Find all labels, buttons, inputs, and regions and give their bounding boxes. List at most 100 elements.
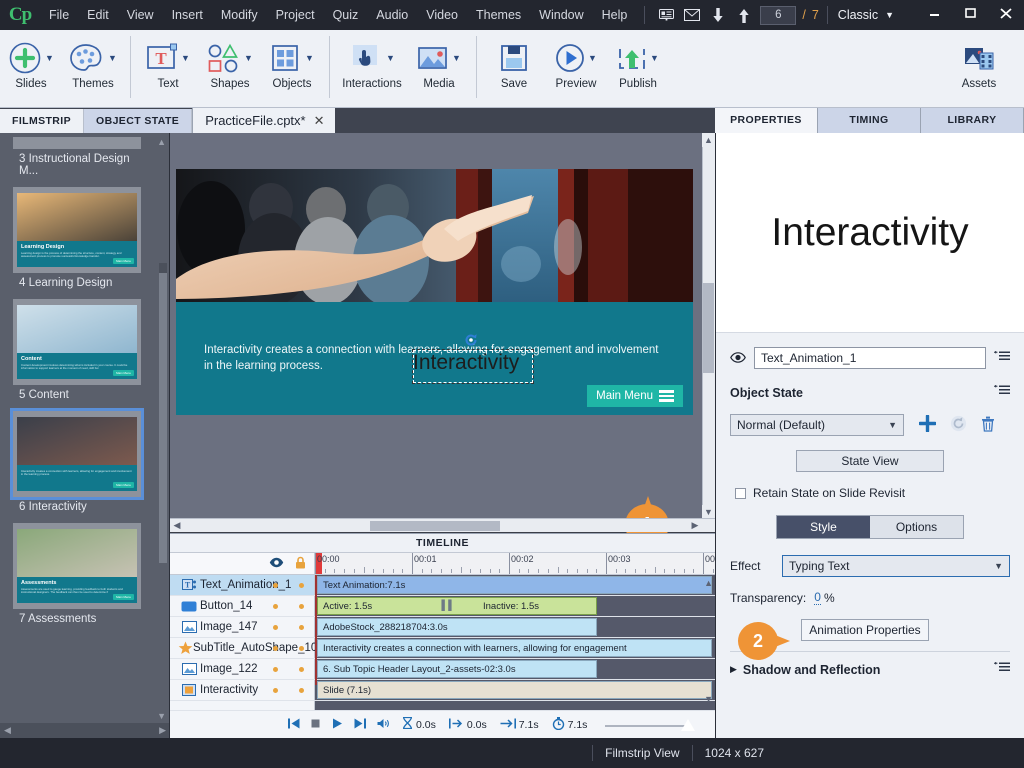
scroll-down-icon[interactable]: ▼ <box>157 711 166 721</box>
menu-view[interactable]: View <box>118 0 163 30</box>
slide-background-image[interactable] <box>176 169 693 302</box>
presentation-icon[interactable] <box>653 0 679 30</box>
panel-menu-icon[interactable] <box>994 350 1010 366</box>
rotate-handle-icon[interactable] <box>464 333 478 347</box>
tab-style[interactable]: Style <box>777 516 870 538</box>
play-icon[interactable] <box>332 718 343 732</box>
state-delete-button[interactable] <box>981 416 995 435</box>
retain-state-row[interactable]: Retain State on Slide Revisit <box>716 486 1024 500</box>
tab-library[interactable]: LIBRARY <box>921 108 1024 133</box>
timeline-ruler[interactable]: 00:00 00:01 00:02 00:03 00:04 <box>315 553 715 574</box>
timeline-track[interactable]: Slide (7.1s) <box>315 680 715 700</box>
rewind-icon[interactable] <box>288 718 300 732</box>
menu-file[interactable]: File <box>40 0 78 30</box>
canvas-hscroll-thumb[interactable] <box>370 521 500 531</box>
panel-menu-icon[interactable] <box>994 385 1010 400</box>
retain-state-checkbox[interactable] <box>735 487 746 499</box>
speaker-icon[interactable] <box>377 718 390 732</box>
filmstrip-slide[interactable]: Interactivity creates a connection with … <box>10 408 144 513</box>
effect-select[interactable]: Typing Text ▼ <box>782 555 1010 577</box>
chevron-down-icon[interactable]: ▼ <box>386 53 395 63</box>
ribbon-themes-button[interactable]: ▼ Themes <box>62 36 124 90</box>
menu-window[interactable]: Window <box>530 0 592 30</box>
chevron-down-icon[interactable]: ▼ <box>885 10 894 20</box>
chevron-down-icon[interactable]: ▼ <box>305 53 314 63</box>
close-icon[interactable]: ✕ <box>314 108 325 133</box>
filmstrip-slide[interactable]: Assessments Assessments are used to gauge… <box>13 523 141 625</box>
timeline-track[interactable]: AdobeStock_288218704:3.0s <box>315 617 715 637</box>
slide-thumbnail[interactable]: Content Content development involves dete… <box>13 299 141 385</box>
lock-dot[interactable] <box>299 667 304 672</box>
canvas-scroll-up-icon[interactable]: ▲ <box>702 133 715 147</box>
timeline-clip[interactable]: Slide (7.1s) <box>317 681 712 699</box>
shadow-section-row[interactable]: ▶ Shadow and Reflection <box>716 662 1024 677</box>
ribbon-preview-button[interactable]: ▼ Preview <box>545 36 607 90</box>
visibility-dot[interactable] <box>273 583 278 588</box>
ribbon-text-button[interactable]: T ▼ Text <box>137 36 199 90</box>
upload-arrow-icon[interactable] <box>731 0 757 30</box>
zoom-slider-knob[interactable] <box>681 718 696 731</box>
main-menu-button[interactable]: Main Menu <box>587 385 683 407</box>
chevron-down-icon[interactable]: ▼ <box>181 53 190 63</box>
menu-themes[interactable]: Themes <box>467 0 530 30</box>
timeline-track[interactable]: Text Animation:7.1s <box>315 575 715 595</box>
lock-dot[interactable] <box>299 583 304 588</box>
menu-video[interactable]: Video <box>417 0 467 30</box>
filmstrip-panel[interactable]: 3 Instructional Design M... Learning Desi… <box>0 133 170 738</box>
timeline-track[interactable]: 6. Sub Topic Header Layout_2-assets-02:3… <box>315 659 715 679</box>
slide-stage[interactable]: Interactivity creates a connection with … <box>176 169 693 415</box>
ribbon-publish-button[interactable]: ▼ Publish <box>607 36 669 90</box>
filmstrip-horizontal-scrollbar[interactable]: ◀ ▶ <box>0 723 169 738</box>
timeline-clip[interactable]: Text Animation:7.1s <box>317 576 712 594</box>
close-button[interactable] <box>988 0 1024 26</box>
eye-icon[interactable] <box>269 557 284 571</box>
scroll-right-icon[interactable]: ▶ <box>159 725 166 736</box>
timeline-track[interactable]: Active: 1.5s ▐▐ Inactive: 1.5s <box>315 596 715 616</box>
slide-thumbnail[interactable] <box>13 137 141 149</box>
chevron-down-icon[interactable]: ▼ <box>650 53 659 63</box>
scroll-up-icon[interactable]: ▲ <box>157 137 166 147</box>
panel-menu-icon[interactable] <box>994 662 1010 677</box>
lock-dot[interactable] <box>299 688 304 693</box>
maximize-button[interactable] <box>952 0 988 26</box>
timeline-scroll-up-icon[interactable]: ▲ <box>704 578 713 588</box>
chevron-down-icon[interactable]: ▼ <box>588 53 597 63</box>
download-arrow-icon[interactable] <box>705 0 731 30</box>
menu-audio[interactable]: Audio <box>367 0 417 30</box>
timeline-row-name[interactable]: Image_147 <box>170 617 315 637</box>
state-view-button[interactable]: State View <box>796 450 944 472</box>
chevron-down-icon[interactable]: ▼ <box>452 53 461 63</box>
slide-canvas[interactable]: Interactivity creates a connection with … <box>170 133 715 546</box>
slide-thumbnail[interactable]: Learning Design Learning design is the pr… <box>13 187 141 273</box>
menu-quiz[interactable]: Quiz <box>324 0 368 30</box>
ribbon-save-button[interactable]: Save <box>483 36 545 90</box>
mail-icon[interactable] <box>679 0 705 30</box>
visibility-dot[interactable] <box>273 604 278 609</box>
timeline-row-name[interactable]: Interactivity <box>170 680 315 700</box>
filmstrip-slide[interactable]: Learning Design Learning design is the pr… <box>13 187 141 289</box>
lock-dot[interactable] <box>299 625 304 630</box>
timeline-zoom-slider[interactable] <box>605 718 696 731</box>
ribbon-objects-button[interactable]: ▼ Objects <box>261 36 323 90</box>
current-slide-input[interactable]: 6 <box>760 5 797 25</box>
canvas-horizontal-scrollbar[interactable]: ◀ ▶ <box>170 518 715 532</box>
lock-icon[interactable] <box>295 556 306 572</box>
filmstrip-slide[interactable]: Content Content development involves dete… <box>13 299 141 401</box>
chevron-down-icon[interactable]: ▼ <box>45 53 54 63</box>
timeline-row[interactable]: T Text_Animation_1 Text Animation:7.1s <box>170 575 715 596</box>
filmstrip-slide[interactable]: 3 Instructional Design M... <box>13 137 141 177</box>
ribbon-assets-button[interactable]: Assets <box>948 36 1010 90</box>
expand-arrow-icon[interactable]: ▶ <box>730 664 737 675</box>
ribbon-media-button[interactable]: ▼ Media <box>408 36 470 90</box>
workspace-selector[interactable]: Classic <box>836 8 878 22</box>
state-select[interactable]: Normal (Default) ▼ <box>730 414 904 436</box>
tab-object-state[interactable]: OBJECT STATE <box>84 109 193 133</box>
minimize-button[interactable] <box>916 0 952 26</box>
menu-help[interactable]: Help <box>593 0 637 30</box>
selected-text-object[interactable]: Interactivity <box>412 349 534 384</box>
timeline-row[interactable]: Interactivity Slide (7.1s) <box>170 680 715 701</box>
ribbon-interactions-button[interactable]: ▼ Interactions <box>336 36 408 90</box>
lock-dot[interactable] <box>299 646 304 651</box>
chevron-down-icon[interactable]: ▼ <box>108 53 117 63</box>
timeline-row-name[interactable]: Image_122 <box>170 659 315 679</box>
